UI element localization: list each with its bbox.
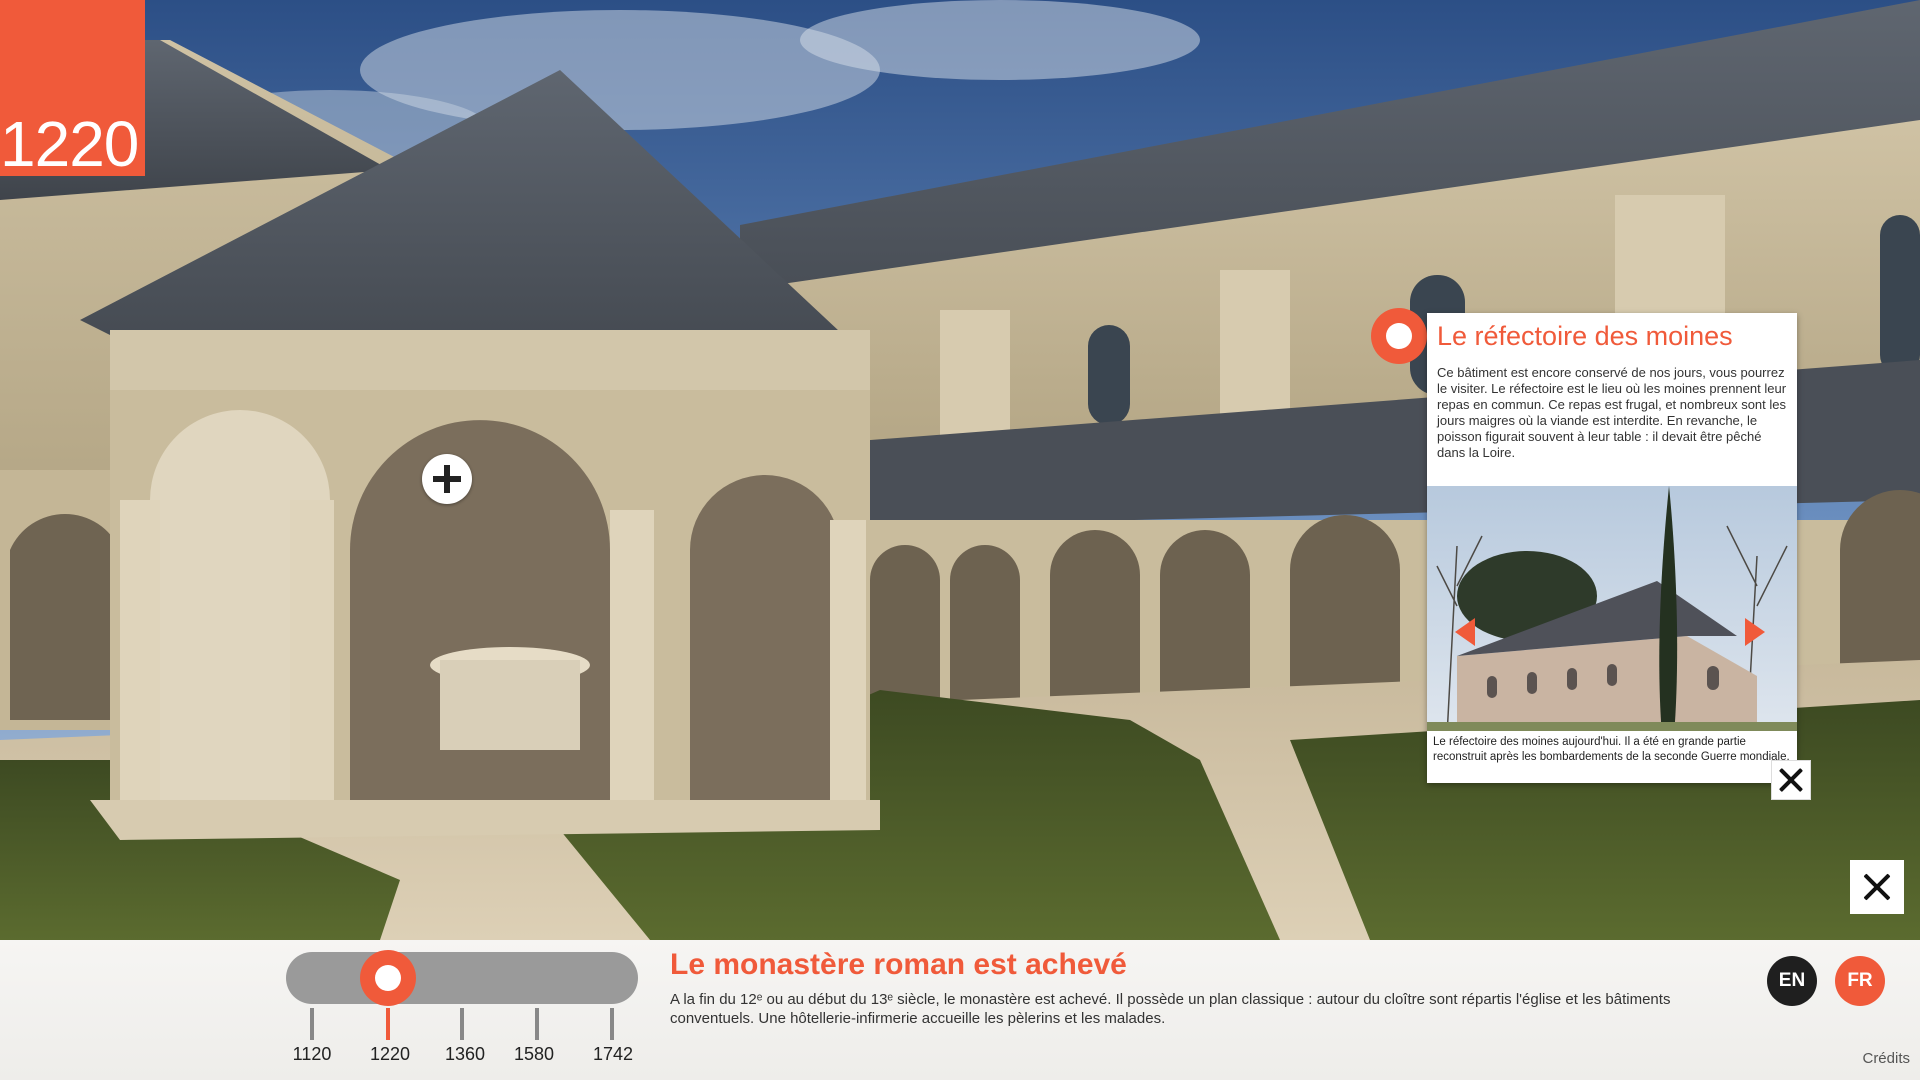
info-panel-text: Ce bâtiment est encore conservé de nos j… [1437, 365, 1787, 460]
info-panel-title: Le réfectoire des moines [1437, 321, 1733, 351]
timeline-tick-active [386, 1008, 390, 1040]
photo-previous-arrow[interactable] [1455, 618, 1475, 646]
timeline-tick [310, 1008, 314, 1040]
info-panel-close-icon[interactable] [1771, 760, 1811, 800]
timeline-year-1742[interactable]: 1742 [573, 1044, 653, 1065]
photo-caption: Le réfectoire des moines aujourd'hui. Il… [1427, 731, 1797, 783]
timeline-tick [610, 1008, 614, 1040]
timeline-year-1580[interactable]: 1580 [494, 1044, 574, 1065]
close-icon[interactable] [1850, 860, 1904, 914]
era-description: A la fin du 12ᵉ ou au début du 13ᵉ siècl… [670, 991, 1671, 1027]
timeline-tick [460, 1008, 464, 1040]
timeline-slider-handle[interactable] [360, 950, 416, 1006]
language-en-button[interactable]: EN [1767, 956, 1817, 1006]
credits-link[interactable]: Crédits [1862, 1050, 1910, 1067]
photo-next-arrow[interactable] [1745, 618, 1765, 646]
active-hotspot-marker[interactable] [1371, 308, 1427, 364]
timeline-year-1360[interactable]: 1360 [425, 1044, 505, 1065]
plus-icon[interactable] [422, 454, 472, 504]
timeline-tick [535, 1008, 539, 1040]
era-title: Le monastère roman est achevé [670, 948, 1127, 981]
info-panel: Le réfectoire des moines Ce bâtiment est… [1427, 313, 1797, 783]
timeline-year-1120[interactable]: 1120 [272, 1044, 352, 1065]
timeline-track[interactable] [286, 952, 638, 1004]
refectory-photo [1427, 486, 1797, 736]
year-badge: 1220 [0, 0, 145, 176]
language-fr-button[interactable]: FR [1835, 956, 1885, 1006]
timeline-year-1220[interactable]: 1220 [350, 1044, 430, 1065]
bottom-bar: 1120 1220 1360 1580 1742 Le monastère ro… [0, 940, 1920, 1080]
year-label: 1220 [0, 108, 139, 180]
